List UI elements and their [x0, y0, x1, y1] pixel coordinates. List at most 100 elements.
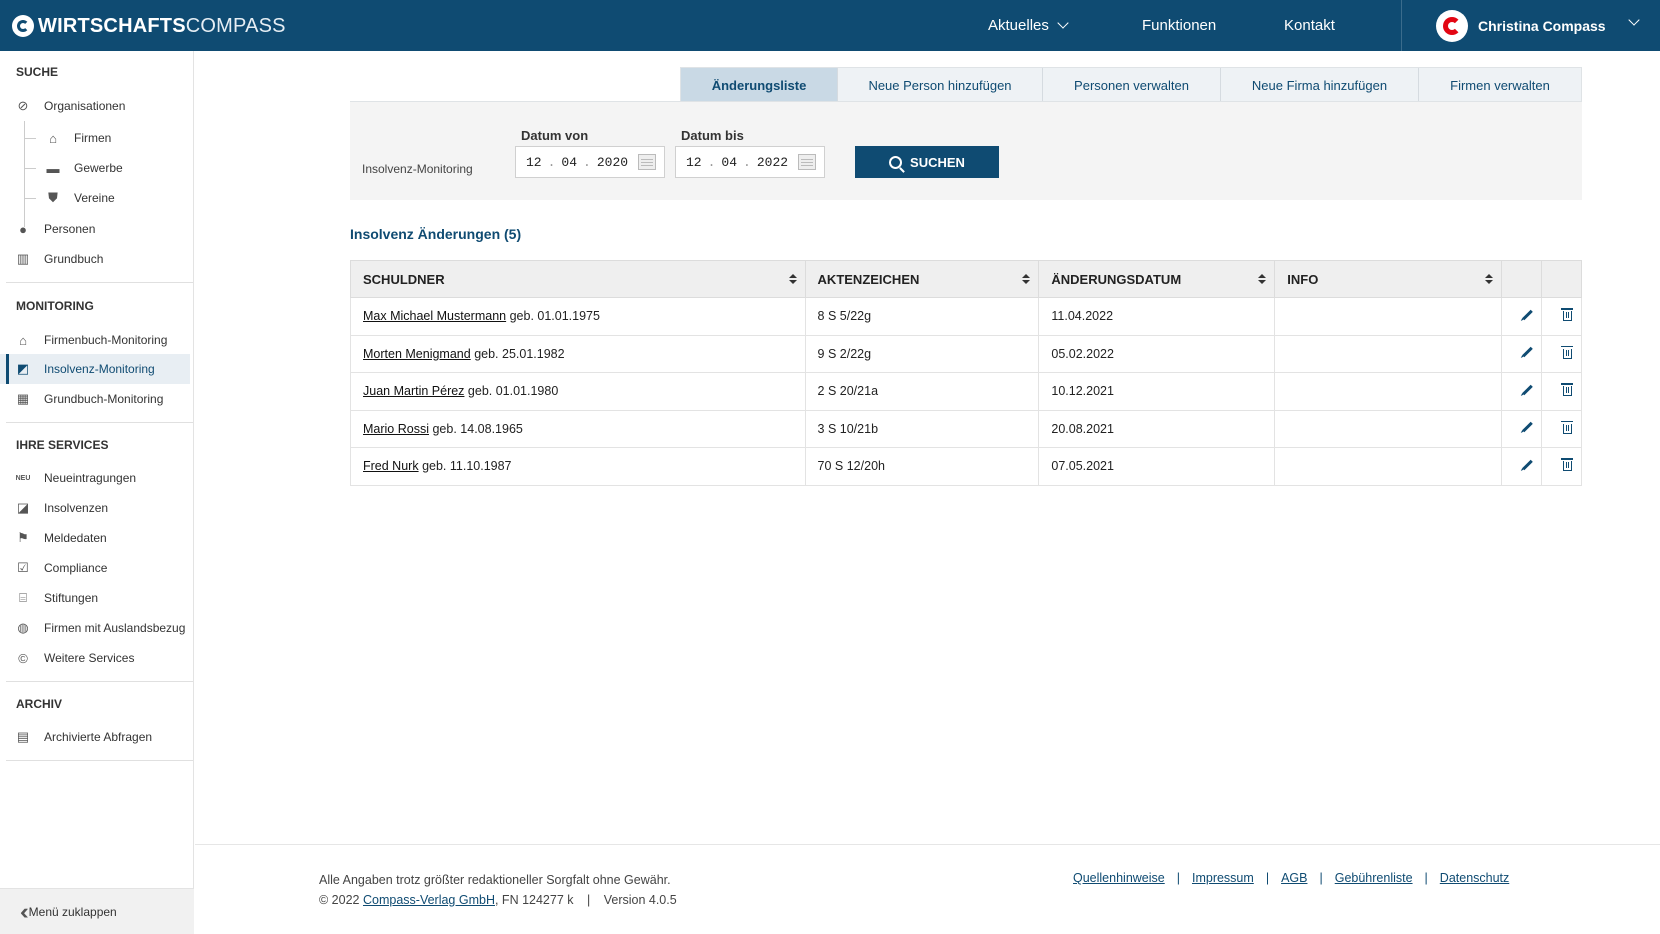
- footer-link-gebuehrenliste[interactable]: Gebührenliste: [1335, 871, 1413, 885]
- nav-kontakt[interactable]: Kontakt: [1284, 0, 1335, 51]
- copyright-prefix: © 2022: [319, 893, 360, 907]
- debtor-link[interactable]: Fred Nurk: [363, 459, 419, 473]
- sidebar-item-insolvenzen[interactable]: ◪ Insolvenzen: [0, 493, 190, 523]
- bank-icon: ⌸: [19, 590, 27, 605]
- edit-button[interactable]: [1501, 334, 1542, 373]
- column-header-delete: [1541, 260, 1582, 298]
- column-header-aenderungsdatum[interactable]: ÄNDERUNGSDATUM: [1038, 260, 1276, 298]
- tab-aenderungsliste[interactable]: Änderungsliste: [681, 68, 838, 102]
- sidebar-item-auslandsbezug[interactable]: ◍ Firmen mit Auslandsbezug: [0, 613, 190, 643]
- trash-icon: [1561, 345, 1573, 359]
- sort-icon[interactable]: [1485, 274, 1494, 286]
- date-to-year[interactable]: 2022: [757, 155, 788, 170]
- sort-icon[interactable]: [1258, 274, 1267, 286]
- trash-icon: [1561, 308, 1573, 322]
- delete-button[interactable]: [1541, 334, 1582, 373]
- sidebar-item-archivierte-abfragen[interactable]: ▤ Archivierte Abfragen: [0, 722, 190, 752]
- sidebar-item-compliance[interactable]: ☑ Compliance: [0, 553, 190, 583]
- date-from-label: Datum von: [521, 128, 589, 143]
- factory-plus-icon: ⌂: [19, 332, 27, 348]
- column-header-schuldner[interactable]: SCHULDNER: [350, 260, 806, 298]
- footer-link-agb[interactable]: AGB: [1281, 871, 1307, 885]
- sidebar-item-organisationen[interactable]: ⊘ Organisationen: [0, 91, 190, 121]
- footer-link-datenschutz[interactable]: Datenschutz: [1440, 871, 1509, 885]
- column-header-info[interactable]: INFO: [1274, 260, 1503, 298]
- sidebar-item-firmen[interactable]: ⌂ Firmen: [0, 123, 190, 153]
- footer-link-quellenhinweise[interactable]: Quellenhinweise: [1073, 871, 1165, 885]
- footer-link-separator: |: [1176, 871, 1180, 885]
- user-menu[interactable]: Christina Compass: [1401, 0, 1660, 51]
- sidebar-divider: [6, 282, 193, 283]
- results-table: SCHULDNER AKTENZEICHEN ÄNDERUNGSDATUM IN…: [350, 260, 1582, 486]
- tab-neue-firma[interactable]: Neue Firma hinzufügen: [1221, 68, 1419, 102]
- brand-logo[interactable]: WIRTSCHAFTS COMPASS: [12, 13, 286, 39]
- birth-date: geb. 01.01.1980: [467, 384, 559, 399]
- edit-button[interactable]: [1501, 372, 1542, 411]
- sidebar-item-vereine[interactable]: ⛊ Vereine: [0, 183, 190, 213]
- user-name: Christina Compass: [1478, 17, 1606, 34]
- new-badge-icon: NEU: [15, 474, 31, 482]
- sort-icon[interactable]: [788, 274, 797, 286]
- nav-funktionen[interactable]: Funktionen: [1142, 0, 1216, 51]
- footer-link-separator: |: [1319, 871, 1323, 885]
- date-from-day[interactable]: 12: [526, 155, 542, 170]
- debtor-link[interactable]: Mario Rossi: [363, 422, 429, 436]
- sidebar-item-gewerbe[interactable]: ▬ Gewerbe: [0, 153, 190, 183]
- insolvency-plus-icon: ◩: [16, 361, 30, 376]
- sidebar-item-personen[interactable]: ● Personen: [0, 214, 190, 244]
- cell-date: 05.02.2022: [1038, 334, 1276, 373]
- footer-disclaimer: Alle Angaben trotz größter redaktionelle…: [319, 873, 671, 887]
- sidebar: SUCHE ⊘ Organisationen ⌂ Firmen ▬ Gewerb…: [0, 51, 194, 934]
- date-from-month[interactable]: 04: [561, 155, 577, 170]
- edit-button[interactable]: [1501, 297, 1542, 336]
- footer-copyright: © 2022 Compass-Verlag GmbH, FN 124277 k …: [319, 890, 677, 910]
- tab-firmen-verwalten[interactable]: Firmen verwalten: [1419, 68, 1581, 102]
- date-to-day[interactable]: 12: [686, 155, 702, 170]
- delete-button[interactable]: [1541, 409, 1582, 448]
- pencil-icon: [1522, 309, 1533, 321]
- tab-neue-person[interactable]: Neue Person hinzufügen: [838, 68, 1043, 102]
- collapse-menu-button[interactable]: ‹‹ Menü zuklappen: [0, 888, 194, 934]
- calendar-icon[interactable]: [798, 154, 816, 170]
- delete-button[interactable]: [1541, 297, 1582, 336]
- sort-icon[interactable]: [1022, 274, 1031, 286]
- sidebar-item-label: Archivierte Abfragen: [44, 730, 153, 744]
- debtor-link[interactable]: Juan Martin Pérez: [363, 384, 464, 398]
- tab-personen-verwalten[interactable]: Personen verwalten: [1043, 68, 1221, 102]
- delete-button[interactable]: [1541, 447, 1582, 486]
- sidebar-section-monitoring: MONITORING: [16, 299, 94, 313]
- sidebar-item-firmenbuch-monitoring[interactable]: ⌂ Firmenbuch-Monitoring: [0, 325, 190, 355]
- sidebar-divider: [6, 422, 193, 423]
- sidebar-item-grundbuch[interactable]: ▥ Grundbuch: [0, 244, 190, 274]
- delete-button[interactable]: [1541, 372, 1582, 411]
- calendar-icon[interactable]: [638, 154, 656, 170]
- date-to-month[interactable]: 04: [721, 155, 737, 170]
- edit-button[interactable]: [1501, 447, 1542, 486]
- nav-aktuelles[interactable]: Aktuelles: [988, 0, 1069, 51]
- table-row: Mario Rossi geb. 14.08.1965 3 S 10/21b 2…: [350, 409, 1582, 448]
- sidebar-item-label: Gewerbe: [74, 161, 123, 175]
- debtor-link[interactable]: Morten Menigmand: [363, 347, 471, 361]
- date-to-input[interactable]: 12 . 04 . 2022: [675, 146, 825, 178]
- column-header-aktenzeichen[interactable]: AKTENZEICHEN: [804, 260, 1040, 298]
- cell-schuldner: Max Michael Mustermann geb. 01.01.1975: [350, 297, 806, 336]
- sidebar-item-insolvenz-monitoring[interactable]: ◩ Insolvenz-Monitoring: [0, 354, 190, 384]
- filter-label: Insolvenz-Monitoring: [362, 162, 473, 176]
- debtor-link[interactable]: Max Michael Mustermann: [363, 309, 506, 323]
- date-from-year[interactable]: 2020: [597, 155, 628, 170]
- search-button[interactable]: SUCHEN: [855, 146, 999, 178]
- footer-link-impressum[interactable]: Impressum: [1192, 871, 1254, 885]
- company-link[interactable]: Compass-Verlag GmbH: [363, 893, 495, 907]
- sidebar-item-grundbuch-monitoring[interactable]: ▦ Grundbuch-Monitoring: [0, 384, 190, 414]
- sidebar-item-meldedaten[interactable]: ⚑ Meldedaten: [0, 523, 190, 553]
- sidebar-item-stiftungen[interactable]: ⌸ Stiftungen: [0, 583, 190, 613]
- checkbox-icon: ☑: [17, 560, 29, 575]
- footer-links: Quellenhinweise | Impressum | AGB | Gebü…: [1073, 871, 1509, 885]
- date-from-input[interactable]: 12 . 04 . 2020: [515, 146, 665, 178]
- sidebar-item-neueintragungen[interactable]: NEU Neueintragungen: [0, 463, 190, 493]
- cell-info: [1274, 409, 1503, 448]
- sidebar-item-weitere-services[interactable]: © Weitere Services: [0, 643, 190, 673]
- edit-button[interactable]: [1501, 409, 1542, 448]
- column-header-label: INFO: [1287, 271, 1319, 287]
- birth-date: geb. 25.01.1982: [474, 346, 565, 361]
